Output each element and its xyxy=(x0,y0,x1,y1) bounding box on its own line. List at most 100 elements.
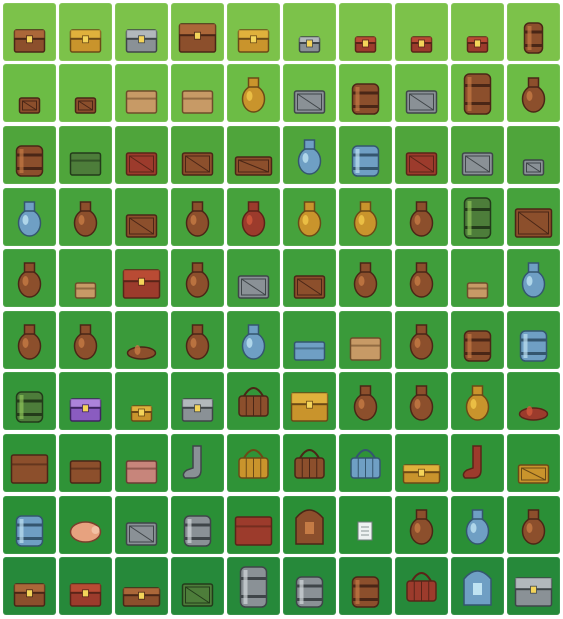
crate-flat-yellow-sprite xyxy=(517,464,550,484)
pot-swirl-sprite xyxy=(409,385,434,421)
canister-striped-icon xyxy=(463,330,492,362)
sprite-cell-chest-gold-ornate xyxy=(283,372,336,430)
safe-small-sprite xyxy=(522,159,545,176)
chest-silver-ornate-sprite xyxy=(514,577,553,607)
sprite-cell-chalice-pot xyxy=(59,311,112,369)
sprite-cell-steel-crate xyxy=(283,64,336,122)
sprite-cell-trunk-long xyxy=(115,557,168,615)
wardrobe-red-sprite xyxy=(234,516,273,546)
sprite-cell-barrel-tall-green xyxy=(451,188,504,246)
dresser-wood-icon xyxy=(10,454,49,484)
barrel-round-large-sprite xyxy=(351,83,380,115)
sprite-cell-jar-skull xyxy=(507,496,560,554)
piggy-bank-icon xyxy=(69,521,102,543)
chest-gold-small-sprite xyxy=(130,405,153,422)
crate-long-icon xyxy=(234,156,273,176)
sprite-cell-pot-small xyxy=(3,311,56,369)
sprite-cell-briefcase-green xyxy=(59,126,112,184)
metal-cage-box-sprite xyxy=(405,90,438,114)
sock-grey-sprite xyxy=(182,445,202,479)
sprite-cell-crate-long xyxy=(227,126,280,184)
sprite-cell-pot-face xyxy=(339,249,392,307)
cardboard-box-open-icon xyxy=(125,90,158,114)
pot-swirl-icon xyxy=(409,385,434,421)
basket-wicker-icon xyxy=(238,387,269,417)
sprite-cell-box-cardboard-small xyxy=(59,249,112,307)
jar-skull-icon xyxy=(521,509,546,545)
pot-small-icon xyxy=(17,324,42,360)
crate-red-icon xyxy=(405,152,438,176)
metal-panel-box-icon xyxy=(237,275,270,299)
sprite-cell-dragon-chest xyxy=(115,249,168,307)
barrel-round-large-icon xyxy=(351,83,380,115)
bag-leather-icon xyxy=(185,201,210,237)
chest-jail-grey-sprite xyxy=(181,398,214,422)
chest-white-red-sprite xyxy=(466,36,489,53)
sprite-cell-dresser-wood xyxy=(3,434,56,492)
sprite-cell-chest-large-banded xyxy=(171,3,224,61)
sprite-cell-cabinet-arched xyxy=(283,496,336,554)
briefcase-green-icon xyxy=(69,152,102,176)
crate-long-sprite xyxy=(234,156,273,176)
sprite-cell-box-wood-small xyxy=(451,249,504,307)
pot-brown-sprite xyxy=(185,262,210,298)
jar-blue-label-icon xyxy=(521,262,546,298)
box-wood-small-sprite xyxy=(466,282,489,299)
pot-dark-icon xyxy=(409,324,434,360)
pot-small-sprite xyxy=(17,324,42,360)
chalice-pot-sprite xyxy=(73,324,98,360)
tombstone-blue-sprite xyxy=(463,570,492,606)
metal-cage-box-icon xyxy=(405,90,438,114)
barrel-small-sprite xyxy=(523,22,544,54)
chest-gold-ornate-sprite xyxy=(290,392,329,422)
sprite-cell-crate-red xyxy=(395,126,448,184)
chest-gold-lock-icon xyxy=(237,29,270,53)
vase-blue-sprite xyxy=(17,201,42,237)
crate-dark-frame-icon xyxy=(181,152,214,176)
sprite-cell-picnic-basket xyxy=(283,434,336,492)
sprite-cell-safe-steel xyxy=(115,496,168,554)
shopping-bag-icon xyxy=(69,460,102,484)
jar-clay-icon xyxy=(409,201,434,237)
sprite-cell-leather-pouch xyxy=(395,249,448,307)
chest-silver-ornate-icon xyxy=(514,577,553,607)
briefcase-green-sprite xyxy=(69,152,102,176)
sprite-cell-pot-dark xyxy=(395,311,448,369)
sprite-cell-wardrobe-red xyxy=(227,496,280,554)
crate-stack-icon xyxy=(293,275,326,299)
chest-small-grey-icon xyxy=(298,36,321,53)
ornate-urn-icon xyxy=(521,77,546,113)
chest-small-grey-sprite xyxy=(298,36,321,53)
gift-box-sprite xyxy=(349,337,382,361)
chest-gold-ornate-icon xyxy=(290,392,329,422)
sprite-cell-crate-green-slat xyxy=(171,557,224,615)
sprite-sheet xyxy=(0,0,563,619)
sack-money-sprite xyxy=(465,385,490,421)
trash-bin-arch-icon xyxy=(295,576,324,608)
chest-jewel-red-icon xyxy=(410,36,433,53)
basket-yellow-icon xyxy=(238,449,269,479)
bowl-dark-red-sprite xyxy=(518,406,549,421)
sprite-cell-crate-wood-plank xyxy=(115,188,168,246)
cardboard-box-open-sprite xyxy=(125,90,158,114)
crate-wood-plank-sprite xyxy=(125,214,158,238)
barrel-tall-green-icon xyxy=(463,197,492,239)
water-barrel-blue-icon xyxy=(351,145,380,177)
locker-grey-icon xyxy=(239,566,268,608)
sprite-cell-shopping-bag xyxy=(59,434,112,492)
sack-flour-sprite xyxy=(241,77,266,113)
chest-small-red-sprite xyxy=(354,36,377,53)
sprite-cell-cardboard-box-open xyxy=(115,64,168,122)
sprite-cell-box-shallow-teal xyxy=(283,311,336,369)
sprite-cell-suitcase-brown xyxy=(3,557,56,615)
suitcase-brown-sprite xyxy=(13,583,46,607)
sprite-cell-chest-small-red xyxy=(339,3,392,61)
crate-small-b-sprite xyxy=(74,97,97,114)
sprite-cell-chest-open-gold xyxy=(59,3,112,61)
sock-grey-icon xyxy=(182,445,202,479)
trunk-long-sprite xyxy=(122,587,161,607)
sprite-cell-milk-can xyxy=(451,64,504,122)
trash-bin-arch-sprite xyxy=(295,576,324,608)
bag-leather-sprite xyxy=(185,201,210,237)
metal-panel-box-sprite xyxy=(237,275,270,299)
